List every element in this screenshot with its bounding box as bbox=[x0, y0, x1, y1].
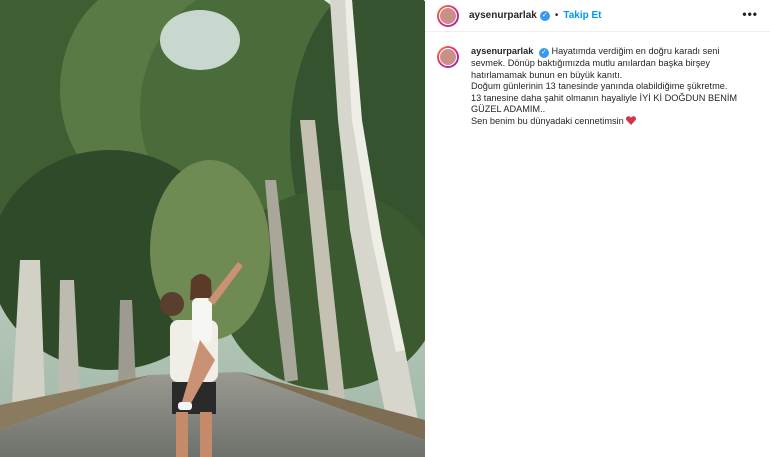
avatar[interactable] bbox=[437, 46, 459, 68]
header-username[interactable]: aysenurparlak bbox=[469, 10, 537, 21]
photo-scene bbox=[0, 0, 425, 457]
post-side-panel: aysenurparlak ✓ • Takip Et ••• aysenurpa… bbox=[425, 0, 770, 457]
avatar-image bbox=[439, 6, 457, 25]
caption-line: hatırlamamak bunun en büyük kanıtı. bbox=[471, 69, 623, 80]
avatar[interactable] bbox=[437, 4, 459, 27]
follow-button[interactable]: Takip Et bbox=[563, 10, 601, 21]
caption-line: Hayatımda verdiğim en doğru karadı seni bbox=[551, 46, 720, 56]
separator-dot: • bbox=[554, 10, 559, 21]
verified-badge-icon: ✓ bbox=[539, 10, 550, 21]
caption-line: sevmek. Dönüp baktığımızda mutlu anılard… bbox=[471, 58, 710, 68]
post-photo[interactable] bbox=[0, 0, 425, 457]
caption-line: Sen benim bu dünyadaki cennetimsin bbox=[471, 115, 624, 126]
more-options-icon[interactable]: ••• bbox=[742, 7, 758, 21]
caption-line: 13 tanesine daha şahit olmanın hayaliyle… bbox=[471, 92, 738, 103]
post-header: aysenurparlak ✓ • Takip Et ••• bbox=[425, 0, 770, 32]
verified-badge-icon: ✓ bbox=[538, 48, 549, 58]
caption-text: aysenurparlak ✓ Hayatımda verdiğim en do… bbox=[471, 46, 756, 128]
caption-line: GÜZEL ADAMIM.. bbox=[471, 104, 546, 115]
caption-line: Doğum günlerinin 13 tanesinde yanında ol… bbox=[471, 81, 728, 92]
heart-emoji-icon bbox=[626, 116, 637, 125]
caption-username[interactable]: aysenurparlak bbox=[471, 46, 533, 56]
avatar-image bbox=[439, 48, 457, 66]
caption-comment: aysenurparlak ✓ Hayatımda verdiğim en do… bbox=[425, 32, 770, 128]
